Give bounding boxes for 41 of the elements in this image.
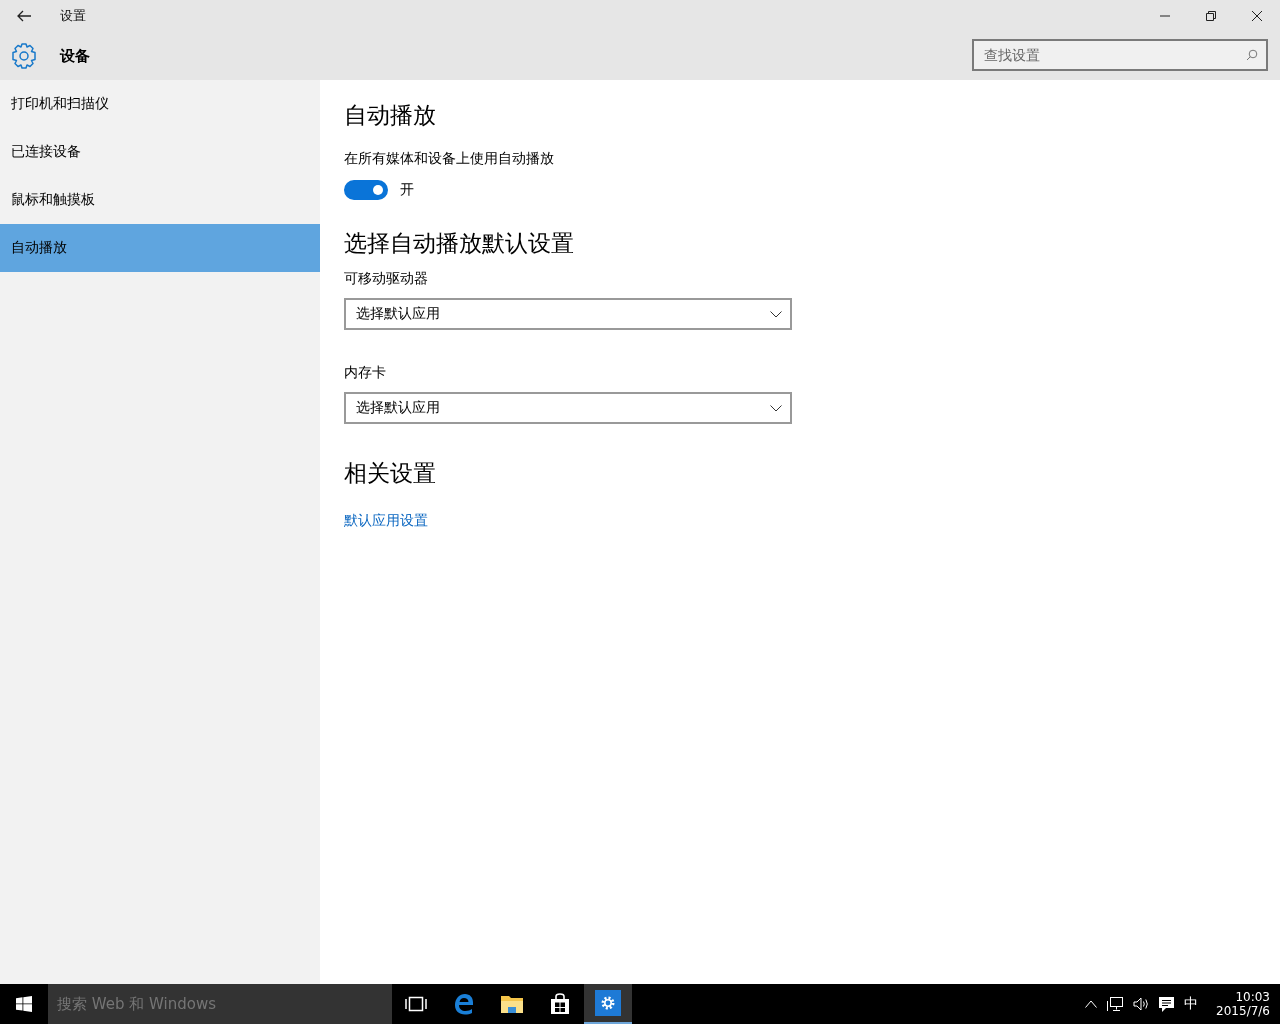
chevron-down-icon xyxy=(770,310,782,318)
speaker-icon[interactable] xyxy=(1133,997,1150,1011)
window-title: 设置 xyxy=(60,7,86,25)
dropdown[interactable]: 选择默认应用 xyxy=(344,298,792,330)
taskbar-app-button[interactable] xyxy=(584,984,632,1024)
gear-icon xyxy=(595,990,621,1016)
shopping-bag-icon xyxy=(549,993,571,1015)
toggle-switch[interactable] xyxy=(344,180,388,200)
toggle-state: 开 xyxy=(400,181,414,199)
section-title: 设备 xyxy=(60,46,90,66)
section-heading: 选择自动播放默认设置 xyxy=(344,229,575,258)
network-icon[interactable] xyxy=(1107,996,1124,1012)
dropdown[interactable]: 选择默认应用 xyxy=(344,392,792,424)
dropdown-label: 内存卡 xyxy=(344,364,387,382)
dropdown-label: 可移动驱动器 xyxy=(344,270,429,288)
settings-link[interactable]: 默认应用设置 xyxy=(344,512,428,528)
back-arrow-icon xyxy=(17,10,31,22)
page-heading: 自动播放 xyxy=(344,101,437,130)
toggle-label: 在所有媒体和设备上使用自动播放 xyxy=(344,150,555,168)
search-icon xyxy=(1246,49,1258,61)
browser-e-icon xyxy=(453,993,475,1015)
search-field[interactable]: 查找设置 xyxy=(972,39,1268,71)
sidebar-item[interactable]: 已连接设备 xyxy=(0,128,320,176)
input-method-indicator[interactable]: 中 xyxy=(1184,995,1199,1013)
sidebar-item[interactable]: 自动播放 xyxy=(0,224,320,272)
clock[interactable]: 10:03 2015/7/6 xyxy=(1216,990,1270,1018)
gear-icon xyxy=(11,43,37,69)
sidebar-item[interactable]: 打印机和扫描仪 xyxy=(0,80,320,128)
windows-logo-icon xyxy=(16,996,32,1012)
sidebar-item[interactable]: 鼠标和触摸板 xyxy=(0,176,320,224)
folder-icon xyxy=(500,994,524,1014)
chevron-up-icon[interactable] xyxy=(1085,1000,1098,1008)
notification-icon[interactable] xyxy=(1159,996,1175,1012)
clock-time: 10:03 xyxy=(1235,990,1270,1004)
chevron-down-icon xyxy=(770,404,782,412)
section-heading: 相关设置 xyxy=(344,459,437,488)
taskbar-search-field[interactable]: 搜索 Web 和 Windows xyxy=(48,984,392,1024)
clock-date: 2015/7/6 xyxy=(1216,1004,1270,1018)
restore-icon xyxy=(1206,11,1216,21)
task-view-icon xyxy=(404,996,428,1012)
close-icon xyxy=(1252,11,1262,21)
